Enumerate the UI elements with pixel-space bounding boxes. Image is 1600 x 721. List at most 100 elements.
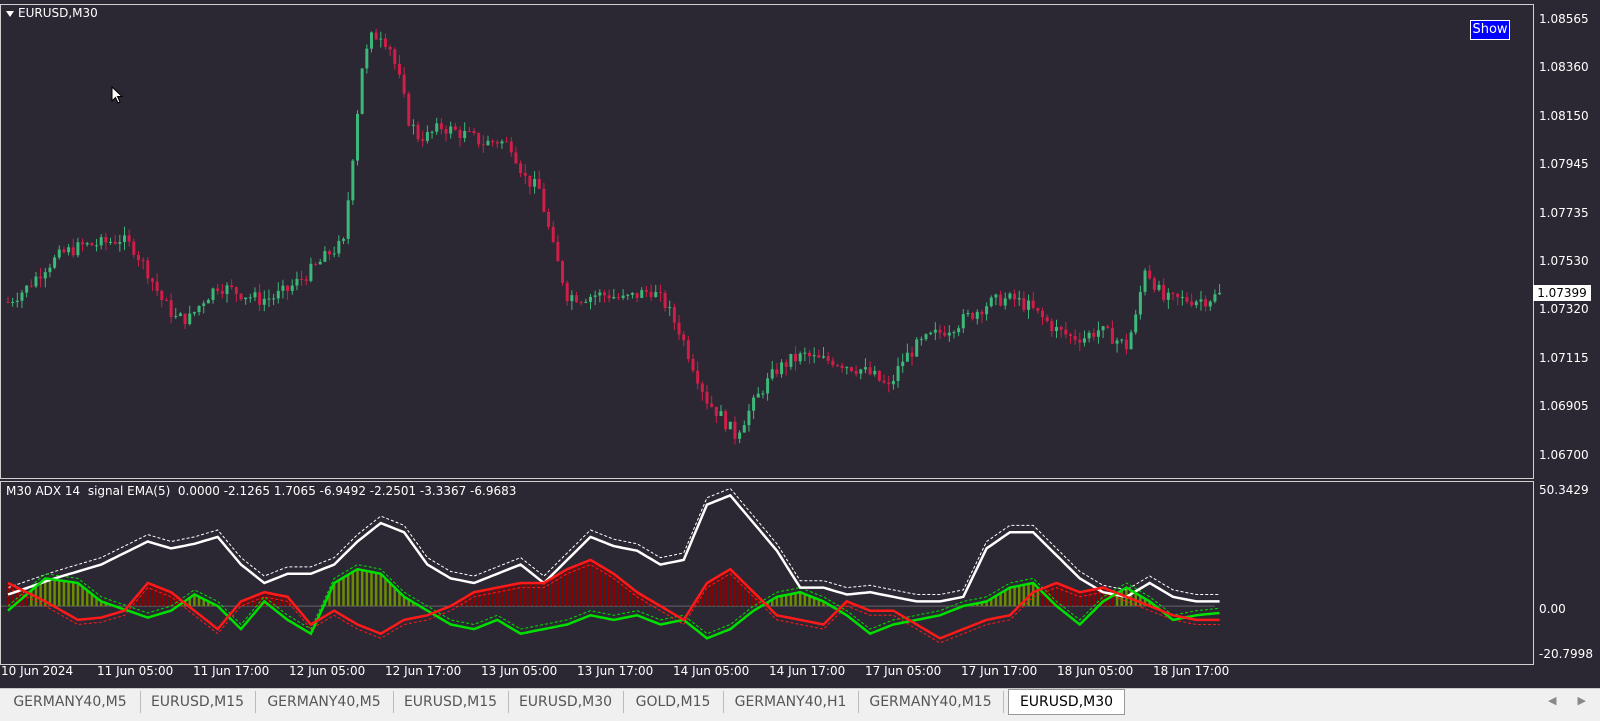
candle-body xyxy=(1110,327,1114,344)
candle-body xyxy=(202,303,206,306)
candle-body xyxy=(1036,307,1040,311)
candle-body xyxy=(248,297,252,299)
price-tick-label: 1.07945 xyxy=(1539,157,1589,172)
candle-body xyxy=(854,371,858,374)
candle-body xyxy=(607,295,611,299)
candle-body xyxy=(561,261,565,283)
current-price-label: 1.07399 xyxy=(1533,285,1591,301)
candle-body xyxy=(472,130,476,133)
chart-tab-bar: GERMANY40,M5 EURUSD,M15 GERMANY40,M5 EURUSD… xyxy=(0,688,1600,721)
chart-title[interactable]: EURUSD,M30 xyxy=(6,6,98,20)
candle-body xyxy=(519,163,523,173)
candle-body xyxy=(244,297,248,300)
candle-body xyxy=(505,141,509,143)
candle-body xyxy=(1027,300,1031,310)
candle-body xyxy=(831,360,835,366)
tab-eurusd-m30[interactable]: EURUSD,M30 xyxy=(508,691,624,713)
candle-body xyxy=(25,285,29,293)
time-tick-label: 13 Jun 17:00 xyxy=(577,664,654,678)
time-tick-label: 11 Jun 17:00 xyxy=(193,664,270,678)
price-chart[interactable] xyxy=(0,0,1533,480)
tab-germany40-h1[interactable]: GERMANY40,H1 xyxy=(723,691,859,713)
tab-germany40-m15[interactable]: GERMANY40,M15 xyxy=(858,691,1004,713)
tab-eurusd-m30[interactable]: EURUSD,M30 xyxy=(1008,689,1125,715)
candle-body xyxy=(67,247,71,253)
candle-body xyxy=(1003,298,1007,306)
candle-body xyxy=(845,367,849,369)
price-tick-label: 1.07320 xyxy=(1539,302,1589,317)
candle-body xyxy=(11,301,15,303)
candle-body xyxy=(439,123,443,130)
candle-body xyxy=(160,290,164,300)
show-button[interactable]: Show xyxy=(1470,20,1510,40)
candle-body xyxy=(1017,298,1021,300)
candle-body xyxy=(500,141,504,144)
collapse-triangle-icon[interactable] xyxy=(6,10,14,17)
candle-body xyxy=(644,290,648,292)
candle-body xyxy=(761,393,765,395)
candle-body xyxy=(724,411,728,430)
candle-body xyxy=(616,296,620,299)
candle-body xyxy=(491,140,495,143)
price-tick-label: 1.08150 xyxy=(1539,108,1589,123)
candle-body xyxy=(95,245,99,247)
candle-body xyxy=(332,253,336,255)
candle-body xyxy=(239,293,243,300)
candle-body xyxy=(62,249,66,253)
candle-body xyxy=(402,74,406,94)
candle-body xyxy=(803,352,807,354)
candle-body xyxy=(971,312,975,319)
candle-body xyxy=(882,380,886,383)
candle-body xyxy=(1120,339,1124,341)
candle-body xyxy=(71,247,75,256)
price-tick-label: 1.07115 xyxy=(1539,350,1589,365)
time-tick-label: 13 Jun 05:00 xyxy=(481,664,558,678)
chart-title-text: EURUSD,M30 xyxy=(18,6,98,20)
adx-indicator-chart[interactable] xyxy=(0,480,1533,664)
candle-body xyxy=(295,278,299,286)
tab-germany40-m5[interactable]: GERMANY40,M5 xyxy=(0,691,141,713)
scroll-left-icon[interactable]: ◀ xyxy=(1548,694,1556,707)
candle-body xyxy=(356,113,359,161)
tab-eurusd-m15[interactable]: EURUSD,M15 xyxy=(140,691,256,713)
candle-body xyxy=(710,403,714,407)
candle-body xyxy=(1055,326,1058,332)
candle-body xyxy=(206,299,210,304)
candle-body xyxy=(980,311,984,315)
tab-germany40-m5[interactable]: GERMANY40,M5 xyxy=(255,691,394,713)
candle-body xyxy=(453,126,457,130)
candle-body xyxy=(985,306,989,315)
candle-body xyxy=(281,285,285,291)
time-tick-label: 12 Jun 17:00 xyxy=(385,664,462,678)
tab-scroll-arrows[interactable]: ◀ ▶ xyxy=(1548,694,1586,707)
candle-body xyxy=(407,93,411,126)
candle-body xyxy=(57,249,61,258)
candle-body xyxy=(873,370,877,375)
price-tick-label: 1.07735 xyxy=(1539,205,1589,220)
candle-body xyxy=(794,353,798,362)
candle-body xyxy=(1199,299,1203,302)
candle-body xyxy=(780,362,784,375)
indicator-label: M30 ADX 14 signal EMA(5) 0.0000 -2.1265 … xyxy=(6,484,517,498)
candle-body xyxy=(589,296,592,302)
candle-body xyxy=(1092,332,1096,337)
candle-body xyxy=(146,260,150,279)
candle-body xyxy=(542,188,546,212)
candle-body xyxy=(551,226,555,242)
candle-body xyxy=(738,432,742,439)
tab-eurusd-m15[interactable]: EURUSD,M15 xyxy=(393,691,509,713)
scroll-right-icon[interactable]: ▶ xyxy=(1577,694,1585,707)
candle-body xyxy=(365,48,369,69)
candle-body xyxy=(1162,284,1166,300)
candle-body xyxy=(891,380,895,385)
candle-body xyxy=(896,366,900,381)
candle-body xyxy=(6,301,10,303)
time-tick-label: 18 Jun 17:00 xyxy=(1153,664,1230,678)
tab-gold-m15[interactable]: GOLD,M15 xyxy=(623,691,724,713)
candle-body xyxy=(1031,300,1035,308)
candle-body xyxy=(1096,330,1100,337)
time-tick-label: 10 Jun 2024 xyxy=(1,664,74,678)
candle-body xyxy=(957,328,961,333)
candle-body xyxy=(924,334,928,340)
candle-body xyxy=(584,301,588,303)
